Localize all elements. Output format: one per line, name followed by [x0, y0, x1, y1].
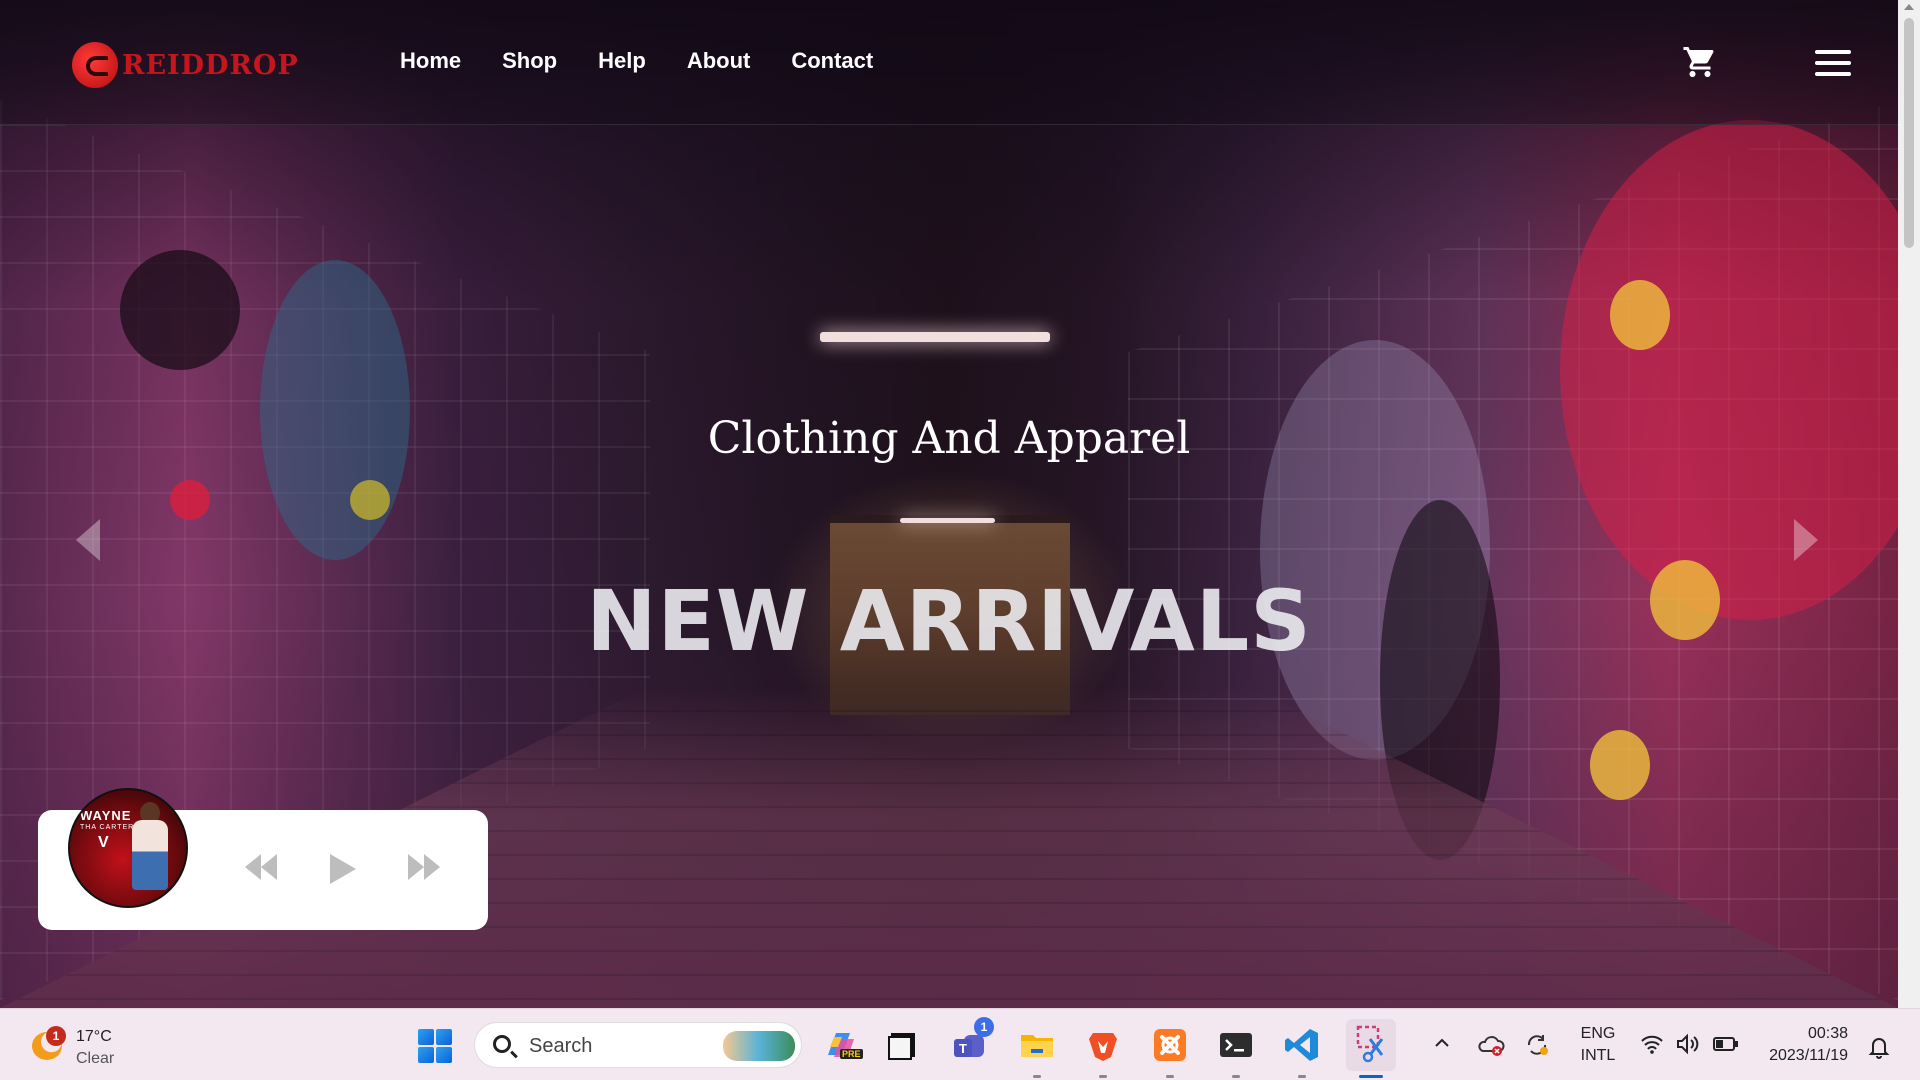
- active-indicator: [1359, 1075, 1383, 1078]
- ceiling-light: [820, 332, 1050, 342]
- running-indicator: [1232, 1075, 1240, 1078]
- brave-browser-icon[interactable]: [1083, 1025, 1123, 1078]
- volume-icon[interactable]: [1675, 1033, 1701, 1060]
- windows-taskbar: 1 17°C Clear PRE T 1: [0, 1008, 1920, 1080]
- language-indicator[interactable]: ENG INTL: [1570, 1023, 1626, 1067]
- chevron-left-icon[interactable]: [72, 515, 104, 565]
- rewind-icon[interactable]: [243, 852, 279, 887]
- nav-link-help[interactable]: Help: [598, 48, 646, 74]
- copilot-icon[interactable]: PRE: [820, 1025, 863, 1065]
- windows-start-icon[interactable]: [418, 1029, 452, 1063]
- album-art: WAYNE THA CARTER V: [68, 788, 188, 908]
- sync-icon[interactable]: [1524, 1033, 1550, 1062]
- hamburger-menu-icon[interactable]: [1815, 50, 1851, 76]
- running-indicator: [1033, 1075, 1041, 1078]
- scrollbar-thumb[interactable]: [1904, 18, 1914, 248]
- graffiti-blob: [260, 260, 410, 560]
- weather-temperature: 17°C: [76, 1028, 112, 1045]
- logo-text: REIDDROP: [122, 49, 299, 81]
- language-code: ENG: [1580, 1025, 1616, 1042]
- running-indicator: [1099, 1075, 1107, 1078]
- copilot-pre-label: PRE: [840, 1049, 863, 1059]
- graffiti-blob: [120, 250, 240, 370]
- snipping-tool-icon[interactable]: [1346, 1019, 1396, 1078]
- play-icon[interactable]: [328, 852, 358, 891]
- battery-icon[interactable]: [1712, 1033, 1740, 1060]
- nav-links: Home Shop Help About Contact: [400, 48, 873, 74]
- clock-date: 2023/11/19: [1769, 1047, 1848, 1064]
- album-art-subtext: THA CARTER: [80, 824, 135, 831]
- chevron-up-icon[interactable]: [1432, 1033, 1452, 1058]
- keyboard-layout: INTL: [1580, 1047, 1616, 1064]
- browser-viewport: REIDDROP Home Shop Help About Contact Cl…: [0, 0, 1898, 1008]
- taskbar-search[interactable]: [474, 1022, 802, 1068]
- system-clock[interactable]: 00:38 2023/11/19: [1756, 1023, 1848, 1067]
- file-explorer-icon[interactable]: [1017, 1025, 1057, 1078]
- vscode-icon[interactable]: [1282, 1025, 1322, 1078]
- site-logo[interactable]: REIDDROP: [72, 42, 299, 88]
- site-navbar: REIDDROP Home Shop Help About Contact: [0, 0, 1898, 125]
- terminal-icon[interactable]: [1216, 1025, 1256, 1078]
- graffiti-blob: [1590, 730, 1650, 800]
- notion-icon[interactable]: [883, 1025, 923, 1065]
- nav-link-shop[interactable]: Shop: [502, 48, 557, 74]
- weather-condition: Clear: [76, 1050, 115, 1067]
- notification-badge: 1: [974, 1017, 994, 1037]
- fast-forward-icon[interactable]: [406, 852, 442, 887]
- graffiti-blob: [350, 480, 390, 520]
- running-indicator: [1166, 1075, 1174, 1078]
- music-player: WAYNE THA CARTER V: [38, 788, 488, 930]
- weather-widget[interactable]: 1 17°C Clear: [28, 1024, 148, 1068]
- scroll-up-icon[interactable]: [1904, 4, 1914, 10]
- nav-link-about[interactable]: About: [687, 48, 751, 74]
- chevron-right-icon[interactable]: [1790, 515, 1822, 565]
- graffiti-blob: [1610, 280, 1670, 350]
- notification-badge: 1: [46, 1026, 66, 1046]
- search-input[interactable]: [529, 1035, 709, 1058]
- svg-text:T: T: [959, 1041, 967, 1056]
- ceiling-light: [900, 518, 995, 523]
- album-art-number: V: [98, 834, 109, 851]
- xampp-icon[interactable]: [1150, 1025, 1190, 1078]
- cart-icon[interactable]: [1682, 44, 1718, 80]
- nav-link-home[interactable]: Home: [400, 48, 461, 74]
- onedrive-error-icon[interactable]: [1477, 1033, 1505, 1062]
- hero-subtitle: Clothing And Apparel: [707, 413, 1191, 464]
- nav-link-contact[interactable]: Contact: [791, 48, 873, 74]
- logo-mark-icon: [72, 42, 118, 88]
- running-indicator: [1298, 1075, 1306, 1078]
- hero-title: NEW ARRIVALS: [586, 572, 1312, 670]
- graffiti-blob: [170, 480, 210, 520]
- teams-icon[interactable]: T 1: [950, 1017, 994, 1065]
- album-art-text: WAYNE: [80, 808, 132, 823]
- page-scrollbar[interactable]: [1898, 0, 1920, 1008]
- notification-bell-icon[interactable]: [1868, 1035, 1890, 1064]
- album-art-figure: [132, 820, 168, 890]
- search-highlight-image: [723, 1031, 795, 1061]
- wifi-icon[interactable]: [1640, 1033, 1664, 1060]
- search-icon: [493, 1035, 511, 1053]
- clock-time: 00:38: [1807, 1025, 1848, 1042]
